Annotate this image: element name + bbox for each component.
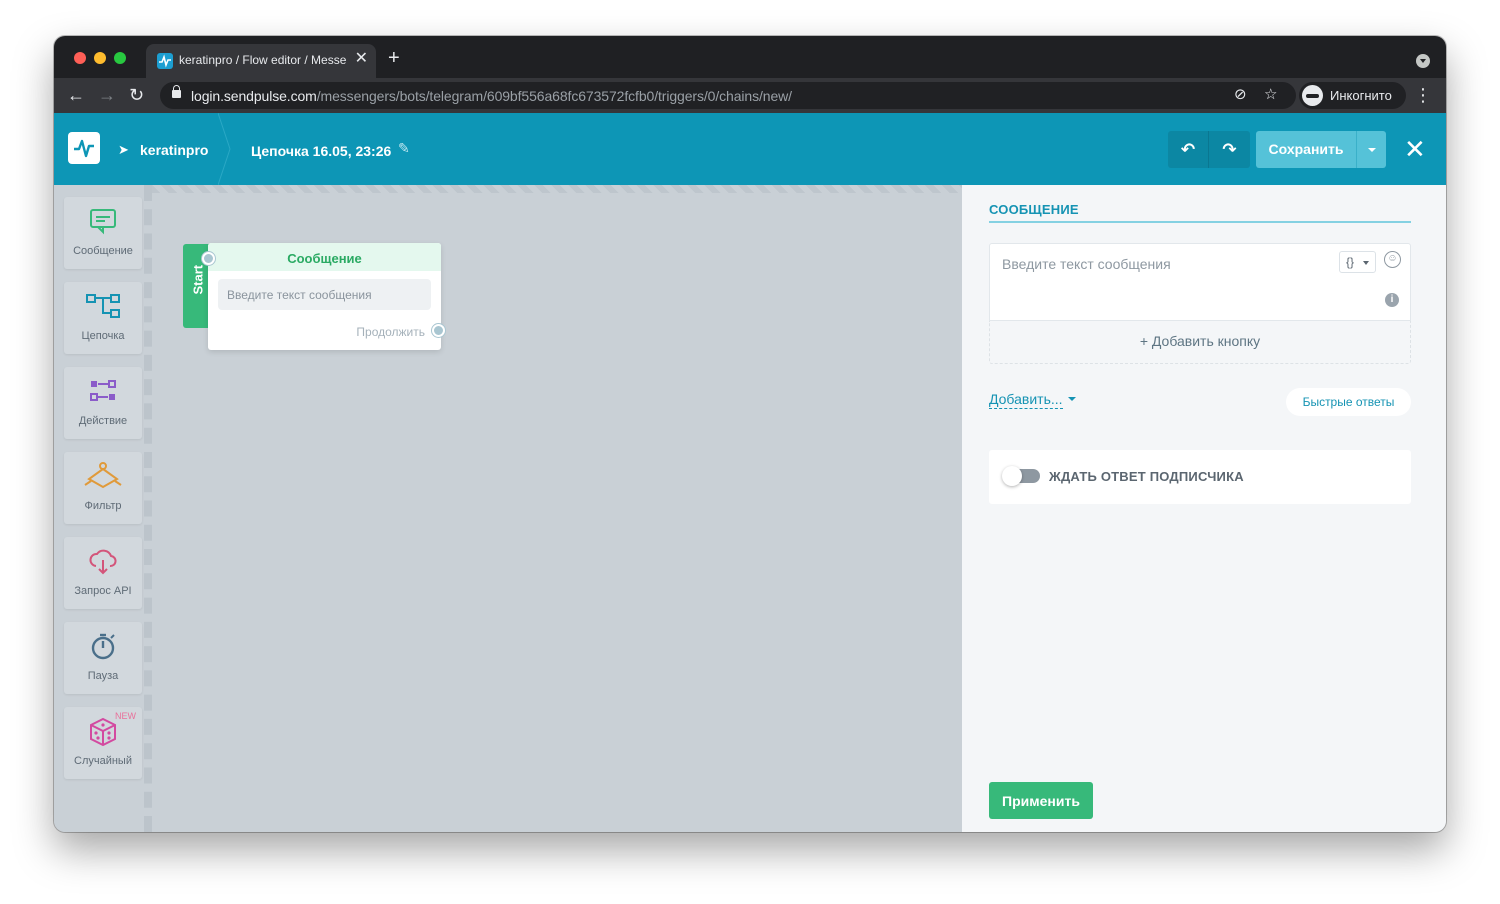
- browser-window: keratinpro / Flow editor / Messe ✕ + ← →…: [54, 36, 1446, 832]
- wait-reply-label: ЖДАТЬ ОТВЕТ ПОДПИСЧИКА: [1049, 469, 1244, 484]
- tool-api-request[interactable]: Запрос API: [64, 537, 142, 609]
- continue-label: Продолжить: [356, 325, 425, 339]
- eye-off-icon[interactable]: ⊘: [1234, 86, 1247, 104]
- url-text: login.sendpulse.com/messengers/bots/tele…: [191, 88, 792, 104]
- tool-message-label: Сообщение: [73, 245, 133, 257]
- panel-title: СООБЩЕНИЕ: [989, 202, 1079, 217]
- incognito-icon: [1302, 85, 1323, 106]
- emoji-icon[interactable]: ☺: [1384, 251, 1401, 268]
- variables-button[interactable]: {}: [1339, 251, 1376, 273]
- undo-button[interactable]: ↶: [1168, 131, 1209, 168]
- history-buttons: ↶ ↷: [1168, 131, 1250, 168]
- save-button[interactable]: Сохранить: [1256, 131, 1356, 168]
- message-icon: [64, 206, 142, 242]
- message-node-text[interactable]: Введите текст сообщения: [218, 279, 431, 310]
- browser-toolbar: ← → ↻ login.sendpulse.com/messengers/bot…: [54, 78, 1446, 113]
- tool-chain-label: Цепочка: [81, 330, 125, 342]
- window-zoom-button[interactable]: [114, 52, 126, 64]
- window-minimize-button[interactable]: [94, 52, 106, 64]
- pencil-icon[interactable]: ✎: [398, 140, 410, 157]
- panel-title-underline: [989, 221, 1411, 223]
- message-node[interactable]: Сообщение Введите текст сообщения Продол…: [208, 243, 441, 350]
- message-node-title: Сообщение: [208, 243, 441, 271]
- tab-search-icon[interactable]: [1416, 54, 1430, 68]
- bot-name[interactable]: keratinpro: [140, 142, 208, 158]
- wait-reply-card: ЖДАТЬ ОТВЕТ ПОДПИСЧИКА: [989, 450, 1411, 504]
- properties-panel: СООБЩЕНИЕ Введите текст сообщения {} ☺ i…: [962, 185, 1446, 832]
- api-icon: [64, 546, 142, 584]
- dice-icon: [64, 716, 142, 754]
- add-button-link[interactable]: + Добавить кнопку: [989, 321, 1411, 364]
- toggle-knob: [1002, 466, 1022, 486]
- chain-icon: [64, 291, 142, 327]
- canvas-edge: [152, 185, 962, 193]
- address-bar[interactable]: login.sendpulse.com/messengers/bots/tele…: [160, 82, 1296, 109]
- redo-button[interactable]: ↷: [1209, 131, 1250, 168]
- timer-icon: [64, 631, 142, 667]
- node-output-port[interactable]: [432, 324, 445, 337]
- tool-filter-label: Фильтр: [84, 500, 122, 512]
- wait-reply-toggle[interactable]: [1002, 466, 1040, 486]
- tool-random-label: Случайный: [74, 755, 132, 767]
- sendpulse-favicon-icon: [157, 53, 173, 69]
- node-input-port[interactable]: [202, 252, 215, 265]
- breadcrumb-separator: [217, 112, 232, 186]
- reload-button[interactable]: ↻: [129, 84, 144, 106]
- url-path: /messengers/bots/telegram/609bf556a68fc6…: [316, 88, 792, 104]
- forward-button[interactable]: →: [98, 84, 116, 106]
- elements-sidebar: Сообщение Цепочка Действие Фильтр Запрос…: [54, 185, 152, 832]
- new-tab-button[interactable]: +: [388, 48, 400, 68]
- chain-title: Цепочка 16.05, 23:26: [251, 143, 392, 159]
- url-host: login.sendpulse.com: [191, 88, 317, 104]
- telegram-icon: ➤: [118, 142, 129, 157]
- tool-action[interactable]: Действие: [64, 367, 142, 439]
- filter-icon: [64, 461, 142, 497]
- apply-button[interactable]: Применить: [989, 782, 1093, 819]
- start-label: Start: [190, 264, 206, 295]
- tool-pause[interactable]: Пауза: [64, 622, 142, 694]
- tab-close-icon[interactable]: ✕: [355, 51, 368, 67]
- app-header: ➤ keratinpro Цепочка 16.05, 23:26 ✎ ↶ ↷ …: [54, 112, 1446, 186]
- lock-icon: [172, 85, 181, 98]
- add-more-dropdown[interactable]: Добавить...: [989, 390, 1063, 409]
- tool-api-request-label: Запрос API: [74, 585, 132, 597]
- back-button[interactable]: ←: [67, 84, 85, 106]
- variables-icon: {}: [1346, 255, 1355, 269]
- add-more-caret-icon[interactable]: [1068, 397, 1076, 401]
- tab-title: keratinpro / Flow editor / Messe: [179, 53, 347, 67]
- action-icon: [64, 376, 142, 412]
- bookmark-star-icon[interactable]: ☆: [1264, 86, 1277, 104]
- incognito-label: Инкогнито: [1330, 88, 1392, 103]
- tab-strip: keratinpro / Flow editor / Messe ✕ +: [54, 36, 1446, 78]
- save-options-chevron-icon[interactable]: [1356, 131, 1386, 168]
- incognito-profile[interactable]: Инкогнито: [1299, 82, 1406, 109]
- quick-replies-button[interactable]: Быстрые ответы: [1286, 388, 1411, 416]
- window-close-button[interactable]: [74, 52, 86, 64]
- tool-message[interactable]: Сообщение: [64, 197, 142, 269]
- message-placeholder: Введите текст сообщения: [1002, 256, 1171, 272]
- close-editor-icon[interactable]: ✕: [1404, 135, 1426, 163]
- message-text-editor[interactable]: Введите текст сообщения {} ☺ i: [989, 243, 1411, 321]
- tool-pause-label: Пауза: [87, 670, 119, 682]
- tool-random[interactable]: NEW Случайный: [64, 707, 142, 779]
- browser-tab[interactable]: keratinpro / Flow editor / Messe ✕: [146, 44, 376, 78]
- sendpulse-logo-icon[interactable]: [68, 132, 100, 164]
- tool-filter[interactable]: Фильтр: [64, 452, 142, 524]
- info-icon[interactable]: i: [1385, 293, 1399, 307]
- tool-chain[interactable]: Цепочка: [64, 282, 142, 354]
- browser-menu-icon[interactable]: ⋮: [1414, 84, 1432, 106]
- tool-action-label: Действие: [78, 415, 128, 427]
